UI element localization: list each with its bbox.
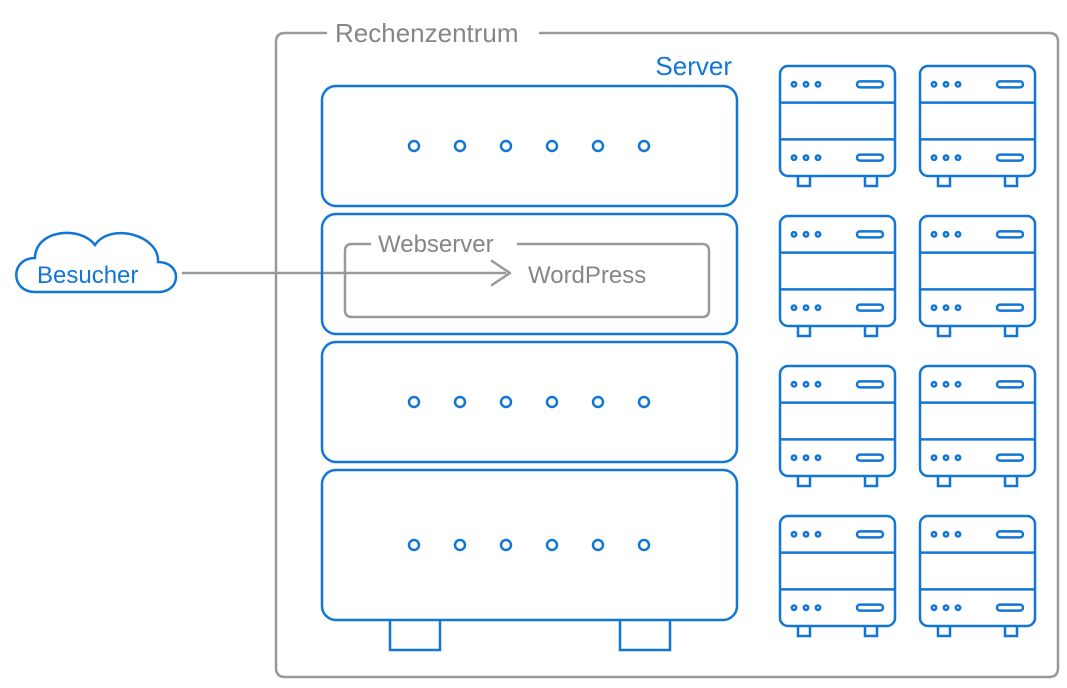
app-label: WordPress — [528, 262, 646, 289]
small-server — [780, 516, 895, 636]
small-server — [780, 66, 895, 186]
request-arrow — [183, 261, 510, 285]
small-server — [780, 216, 895, 336]
small-server — [780, 366, 895, 486]
server-slot — [322, 86, 737, 206]
server-label: Server — [655, 51, 732, 81]
datacenter-frame: Rechenzentrum — [276, 18, 1058, 677]
small-server — [920, 216, 1035, 336]
small-server-grid — [780, 66, 1035, 636]
architecture-diagram: Rechenzentrum Server Besucher Webserver … — [0, 0, 1067, 688]
visitor-cloud: Besucher — [16, 233, 176, 292]
small-server — [920, 516, 1035, 636]
server-slot — [322, 470, 737, 620]
small-server — [920, 366, 1035, 486]
datacenter-label: Rechenzentrum — [335, 18, 519, 48]
webserver-label: Webserver — [378, 231, 494, 258]
server-slot — [322, 342, 737, 462]
visitor-label: Besucher — [37, 262, 138, 289]
small-server — [920, 66, 1035, 186]
main-server-rack: Webserver WordPress — [322, 86, 737, 650]
